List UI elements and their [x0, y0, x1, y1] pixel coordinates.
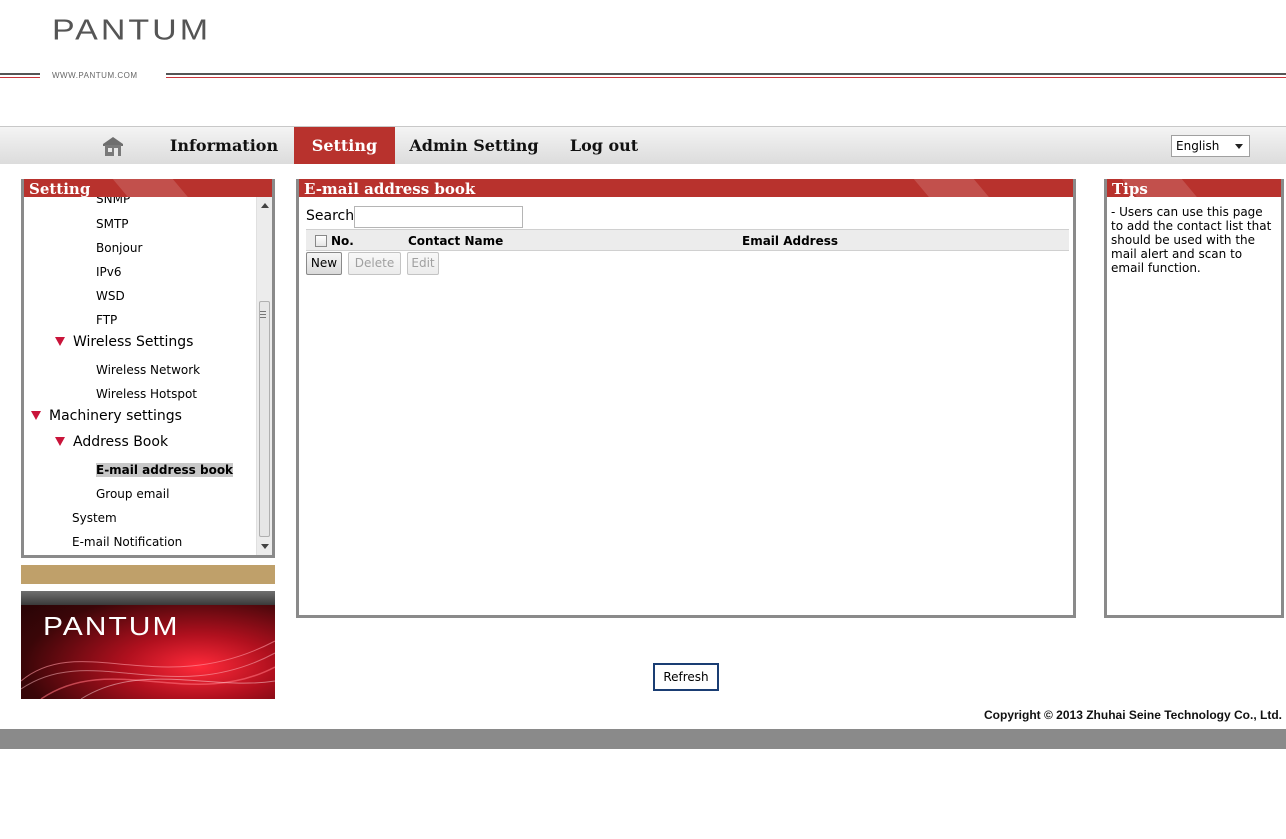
header-divider-red: [0, 77, 40, 78]
sidebar-item-wsd[interactable]: WSD: [96, 289, 125, 303]
tips-title: Tips: [1107, 179, 1281, 197]
sidebar-panel: Setting SNMP SMTP Bonjour IPv6 WSD FTP W…: [21, 179, 275, 558]
language-select-value: English: [1176, 139, 1220, 153]
select-all-checkbox[interactable]: [315, 235, 327, 247]
sidebar-title: Setting: [24, 179, 272, 197]
sidebar-item-label: IPv6: [96, 265, 122, 279]
search-input[interactable]: [354, 206, 523, 228]
pantum-logo: PANTUM: [52, 14, 212, 47]
sidebar-item-label: Address Book: [73, 434, 169, 450]
copyright-text: Copyright © 2013 Zhuhai Seine Technology…: [984, 708, 1282, 722]
header-divider-left: [0, 73, 40, 75]
table-header: No. Contact Name Email Address: [306, 229, 1069, 251]
bottom-bar: [0, 729, 1286, 749]
sidebar-item-snmp[interactable]: SNMP: [96, 197, 130, 206]
pantum-banner: PANTUM: [21, 591, 275, 699]
banner-top-strip: [21, 591, 275, 605]
page-title: E-mail address book: [299, 179, 1073, 197]
refresh-button[interactable]: Refresh: [653, 663, 719, 691]
tips-text: - Users can use this page to add the con…: [1111, 205, 1272, 275]
header-divider-right: [166, 73, 1286, 75]
delete-button[interactable]: Delete: [348, 252, 401, 275]
search-label: Search: [306, 208, 355, 224]
scrollbar-thumb[interactable]: [259, 301, 270, 537]
banner-swirl-graphic: [21, 640, 275, 699]
nav-admin-setting[interactable]: Admin Setting: [405, 127, 543, 164]
expand-triangle-icon: [31, 411, 41, 420]
scroll-up-icon[interactable]: [261, 203, 269, 208]
scroll-down-icon[interactable]: [261, 544, 269, 549]
sidebar-item-label: Wireless Hotspot: [96, 387, 198, 401]
sidebar-item-label: Wireless Settings: [73, 334, 194, 350]
sidebar-item-label: E-mail Notification: [72, 535, 183, 549]
sidebar-item-system[interactable]: System: [72, 511, 117, 525]
home-icon[interactable]: [102, 135, 124, 157]
sidebar-item-label: Machinery settings: [49, 408, 182, 424]
edit-button[interactable]: Edit: [407, 252, 439, 275]
sidebar-item-address-book[interactable]: Address Book: [55, 434, 168, 450]
expand-triangle-icon: [55, 337, 65, 346]
sidebar-item-ipv6[interactable]: IPv6: [96, 265, 122, 279]
top-navbar: Information Setting Admin Setting Log ou…: [0, 126, 1286, 164]
sidebar-item-email-address-book[interactable]: E-mail address book: [96, 463, 234, 477]
pantum-url: WWW.PANTUM.COM: [52, 71, 138, 80]
nav-information[interactable]: Information: [160, 127, 288, 164]
sidebar-item-label: Bonjour: [96, 241, 143, 255]
expand-triangle-icon: [55, 437, 65, 446]
sidebar-item-bonjour[interactable]: Bonjour: [96, 241, 142, 255]
sidebar-accent-bar: [21, 565, 275, 584]
chevron-down-icon: [1235, 144, 1243, 149]
sidebar-item-label: Wireless Network: [96, 363, 201, 377]
sidebar-item-wireless-hotspot[interactable]: Wireless Hotspot: [96, 387, 197, 401]
scrollbar-grip-icon: [260, 311, 266, 312]
main-panel: E-mail address book Search No. Contact N…: [296, 179, 1076, 618]
sidebar-item-email-notification[interactable]: E-mail Notification: [72, 535, 182, 549]
header-divider-red-right: [166, 77, 1286, 78]
sidebar-item-label: WSD: [96, 289, 125, 303]
column-header-contact-name[interactable]: Contact Name: [408, 234, 503, 248]
column-header-email-address[interactable]: Email Address: [742, 234, 838, 248]
sidebar-item-ftp[interactable]: FTP: [96, 313, 117, 327]
sidebar-item-label: Group email: [96, 487, 170, 501]
sidebar-item-group-email[interactable]: Group email: [96, 487, 169, 501]
sidebar-item-smtp[interactable]: SMTP: [96, 217, 129, 231]
nav-log-out[interactable]: Log out: [560, 127, 648, 164]
sidebar-item-label: System: [72, 511, 117, 525]
tips-panel: Tips - Users can use this page to add th…: [1104, 179, 1284, 618]
sidebar-item-label: SNMP: [96, 197, 131, 206]
banner-logo: PANTUM: [43, 613, 180, 642]
sidebar-tree: SNMP SMTP Bonjour IPv6 WSD FTP Wireless …: [24, 197, 256, 555]
sidebar-item-machinery-settings[interactable]: Machinery settings: [31, 408, 182, 424]
sidebar-item-label: FTP: [96, 313, 118, 327]
sidebar-item-wireless-network[interactable]: Wireless Network: [96, 363, 200, 377]
sidebar-item-label: E-mail address book: [96, 463, 234, 477]
new-button[interactable]: New: [306, 252, 342, 275]
sidebar-item-wireless-settings[interactable]: Wireless Settings: [55, 334, 193, 350]
nav-setting[interactable]: Setting: [294, 127, 395, 164]
column-header-no[interactable]: No.: [331, 234, 354, 248]
language-select[interactable]: English: [1171, 135, 1250, 157]
sidebar-scrollbar[interactable]: [256, 197, 272, 555]
sidebar-item-label: SMTP: [96, 217, 129, 231]
